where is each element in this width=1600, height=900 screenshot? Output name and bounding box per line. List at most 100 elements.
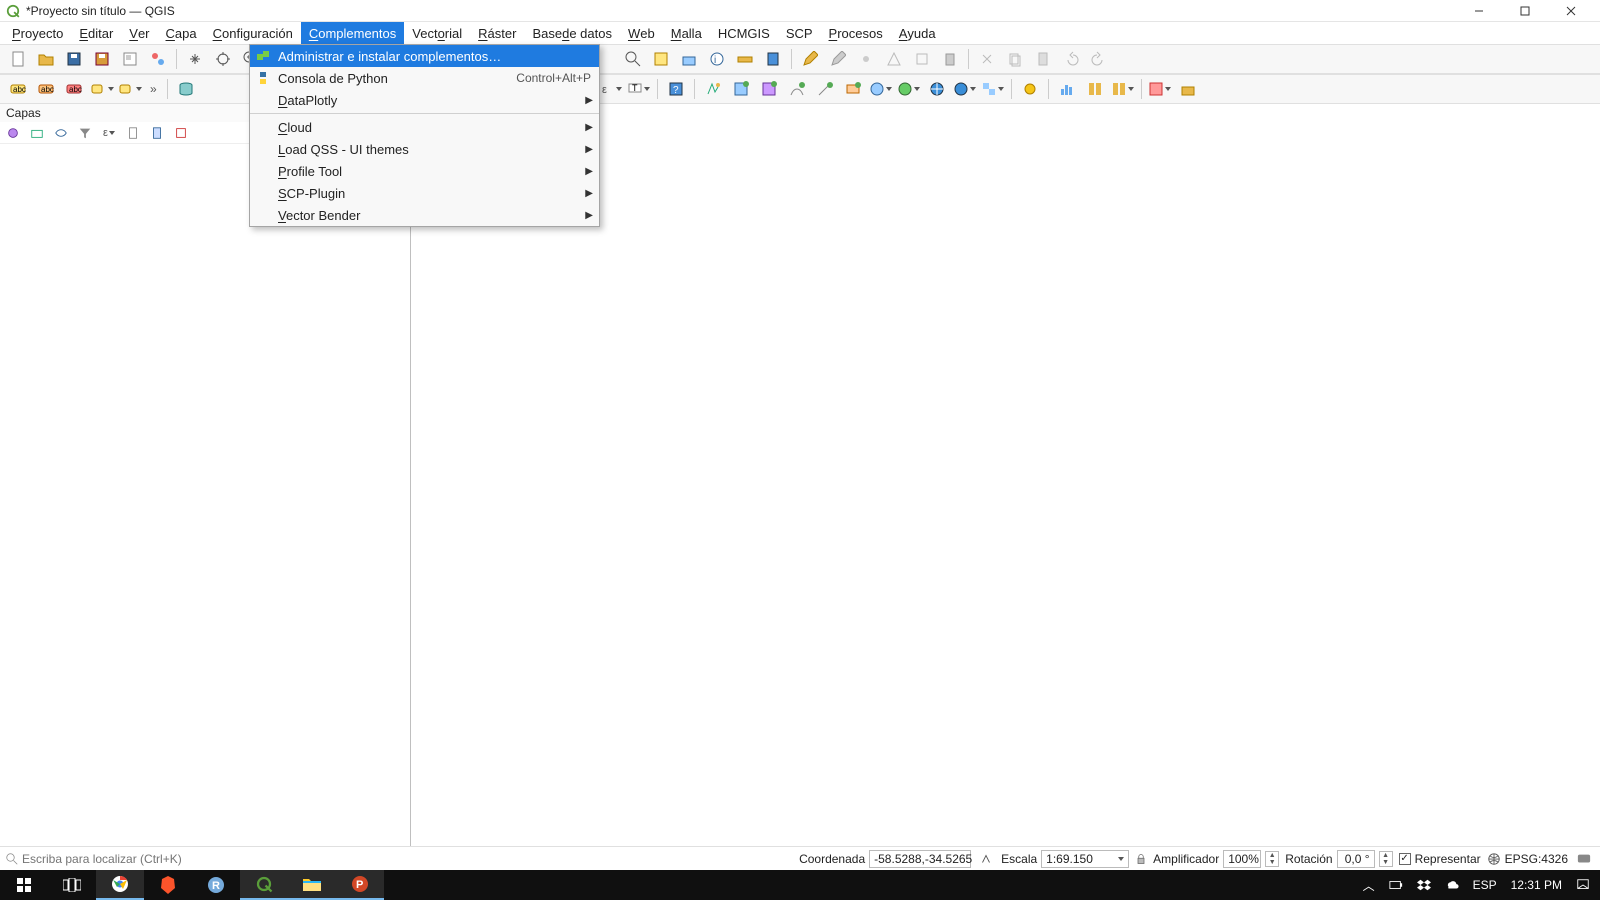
label-rule-button[interactable]: abc bbox=[34, 77, 58, 101]
dropdown-item-scp-plugin[interactable]: SCP-Plugin▶ bbox=[250, 182, 599, 204]
measure-button[interactable] bbox=[733, 47, 757, 71]
zoom-full-button[interactable] bbox=[621, 47, 645, 71]
locator-input[interactable] bbox=[22, 852, 276, 866]
taskbar-qgis[interactable] bbox=[240, 870, 288, 900]
cut-button[interactable] bbox=[975, 47, 999, 71]
zoom-layer-button[interactable] bbox=[677, 47, 701, 71]
taskbar-powerpoint[interactable]: P bbox=[336, 870, 384, 900]
plugin-button-1[interactable] bbox=[1018, 77, 1042, 101]
layers-visibility-button[interactable] bbox=[52, 124, 70, 142]
style-manager-button[interactable] bbox=[146, 47, 170, 71]
paste-button[interactable] bbox=[1031, 47, 1055, 71]
processing-button[interactable] bbox=[1148, 77, 1172, 101]
redo-button[interactable] bbox=[1087, 47, 1111, 71]
taskbar-explorer[interactable] bbox=[288, 870, 336, 900]
label-move-button[interactable] bbox=[90, 77, 114, 101]
layers-style-button[interactable] bbox=[4, 124, 22, 142]
magnifier-spinner[interactable]: ▲▼ bbox=[1265, 851, 1279, 867]
save-as-button[interactable] bbox=[90, 47, 114, 71]
magnifier-value[interactable]: 100% bbox=[1223, 850, 1261, 868]
close-button[interactable] bbox=[1548, 0, 1594, 22]
render-checkbox[interactable]: ✓ bbox=[1399, 853, 1411, 865]
layers-remove-button[interactable] bbox=[172, 124, 190, 142]
menu-r-ster[interactable]: Ráster bbox=[470, 22, 524, 44]
new-vector-button[interactable] bbox=[701, 77, 725, 101]
dropdown-item-load-qss-ui-themes[interactable]: Load QSS - UI themes▶ bbox=[250, 138, 599, 160]
edit-pencil-button[interactable] bbox=[798, 47, 822, 71]
taskbar-brave[interactable] bbox=[144, 870, 192, 900]
new-memory-button[interactable] bbox=[841, 77, 865, 101]
save-project-button[interactable] bbox=[62, 47, 86, 71]
add-feature-button[interactable] bbox=[854, 47, 878, 71]
dropdown-item-administrar-e-instalar-complementos[interactable]: Administrar e instalar complementos… bbox=[250, 45, 599, 67]
vertex-tool-button[interactable] bbox=[882, 47, 906, 71]
layers-add-group-button[interactable] bbox=[28, 124, 46, 142]
menu-capa[interactable]: Capa bbox=[158, 22, 205, 44]
tray-clock[interactable]: 12:31 PM bbox=[1511, 878, 1562, 892]
menu-procesos[interactable]: Procesos bbox=[821, 22, 891, 44]
tray-notifications-icon[interactable] bbox=[1576, 878, 1590, 892]
menu-vectorial[interactable]: Vectorial bbox=[404, 22, 470, 44]
print-layout-button[interactable] bbox=[118, 47, 142, 71]
select-value-button[interactable]: ε bbox=[599, 77, 623, 101]
tray-overflow-icon[interactable]: ︿ bbox=[1363, 877, 1375, 894]
tray-battery-icon[interactable] bbox=[1389, 878, 1403, 892]
annotation-button[interactable]: T bbox=[627, 77, 651, 101]
new-shapefile-button[interactable] bbox=[729, 77, 753, 101]
crs-field[interactable]: EPSG:4326 bbox=[1487, 852, 1568, 866]
scale-combo[interactable]: 1:69.150 bbox=[1041, 850, 1129, 868]
dropdown-item-dataplotly[interactable]: DataPlotly▶ bbox=[250, 89, 599, 111]
layers-collapse-button[interactable] bbox=[148, 124, 166, 142]
layers-expand-button[interactable] bbox=[124, 124, 142, 142]
new-project-button[interactable] bbox=[6, 47, 30, 71]
identify-button[interactable]: i bbox=[705, 47, 729, 71]
add-wms-button[interactable] bbox=[869, 77, 893, 101]
pan-button[interactable] bbox=[183, 47, 207, 71]
task-view-button[interactable] bbox=[48, 870, 96, 900]
open-project-button[interactable] bbox=[34, 47, 58, 71]
maximize-button[interactable] bbox=[1502, 0, 1548, 22]
menu-complementos[interactable]: Complementos bbox=[301, 22, 404, 44]
new-spatialite-button[interactable] bbox=[785, 77, 809, 101]
label-diagram-button[interactable]: abc bbox=[62, 77, 86, 101]
minimize-button[interactable] bbox=[1456, 0, 1502, 22]
pan-to-selection-button[interactable] bbox=[211, 47, 235, 71]
move-feature-button[interactable] bbox=[910, 47, 934, 71]
menu-hcmgis[interactable]: HCMGIS bbox=[710, 22, 778, 44]
layers-expression-button[interactable]: ε bbox=[100, 124, 118, 142]
menu-proyecto[interactable]: Proyecto bbox=[4, 22, 71, 44]
undo-button[interactable] bbox=[1059, 47, 1083, 71]
layers-filter-button[interactable] bbox=[76, 124, 94, 142]
menu-malla[interactable]: Malla bbox=[663, 22, 710, 44]
plugin-button-3[interactable] bbox=[1083, 77, 1107, 101]
render-toggle[interactable]: ✓ Representar bbox=[1399, 852, 1481, 866]
new-geopackage-button[interactable] bbox=[757, 77, 781, 101]
taskbar-chrome[interactable] bbox=[96, 870, 144, 900]
lock-icon[interactable] bbox=[1135, 853, 1147, 865]
toolbar-overflow-button[interactable]: » bbox=[146, 82, 161, 96]
field-calc-button[interactable] bbox=[761, 47, 785, 71]
menu-scp[interactable]: SCP bbox=[778, 22, 821, 44]
add-wcs-button[interactable] bbox=[925, 77, 949, 101]
dropdown-item-vector-bender[interactable]: Vector Bender▶ bbox=[250, 204, 599, 226]
rotation-spinner[interactable]: ▲▼ bbox=[1379, 851, 1393, 867]
menu-editar[interactable]: Editar bbox=[71, 22, 121, 44]
taskbar-rstudio[interactable]: R bbox=[192, 870, 240, 900]
label-rotate-button[interactable] bbox=[118, 77, 142, 101]
new-virtual-button[interactable] bbox=[813, 77, 837, 101]
dropdown-item-profile-tool[interactable]: Profile Tool▶ bbox=[250, 160, 599, 182]
layers-panel-body[interactable] bbox=[0, 144, 410, 854]
messages-button[interactable] bbox=[1574, 850, 1594, 868]
menu-base-de-datos[interactable]: Base de datos bbox=[524, 22, 620, 44]
tray-onedrive-icon[interactable] bbox=[1445, 878, 1459, 892]
locator-search[interactable] bbox=[6, 852, 276, 866]
add-wfs-button[interactable] bbox=[897, 77, 921, 101]
toolbox-button[interactable] bbox=[1176, 77, 1200, 101]
menu-configuraci-n[interactable]: Configuración bbox=[205, 22, 301, 44]
plugin-button-2[interactable] bbox=[1055, 77, 1079, 101]
dropdown-item-consola-de-python[interactable]: Consola de PythonControl+Alt+P bbox=[250, 67, 599, 89]
rotation-value[interactable]: 0,0 ° bbox=[1337, 850, 1375, 868]
copy-button[interactable] bbox=[1003, 47, 1027, 71]
menu-web[interactable]: Web bbox=[620, 22, 663, 44]
delete-feature-button[interactable] bbox=[938, 47, 962, 71]
